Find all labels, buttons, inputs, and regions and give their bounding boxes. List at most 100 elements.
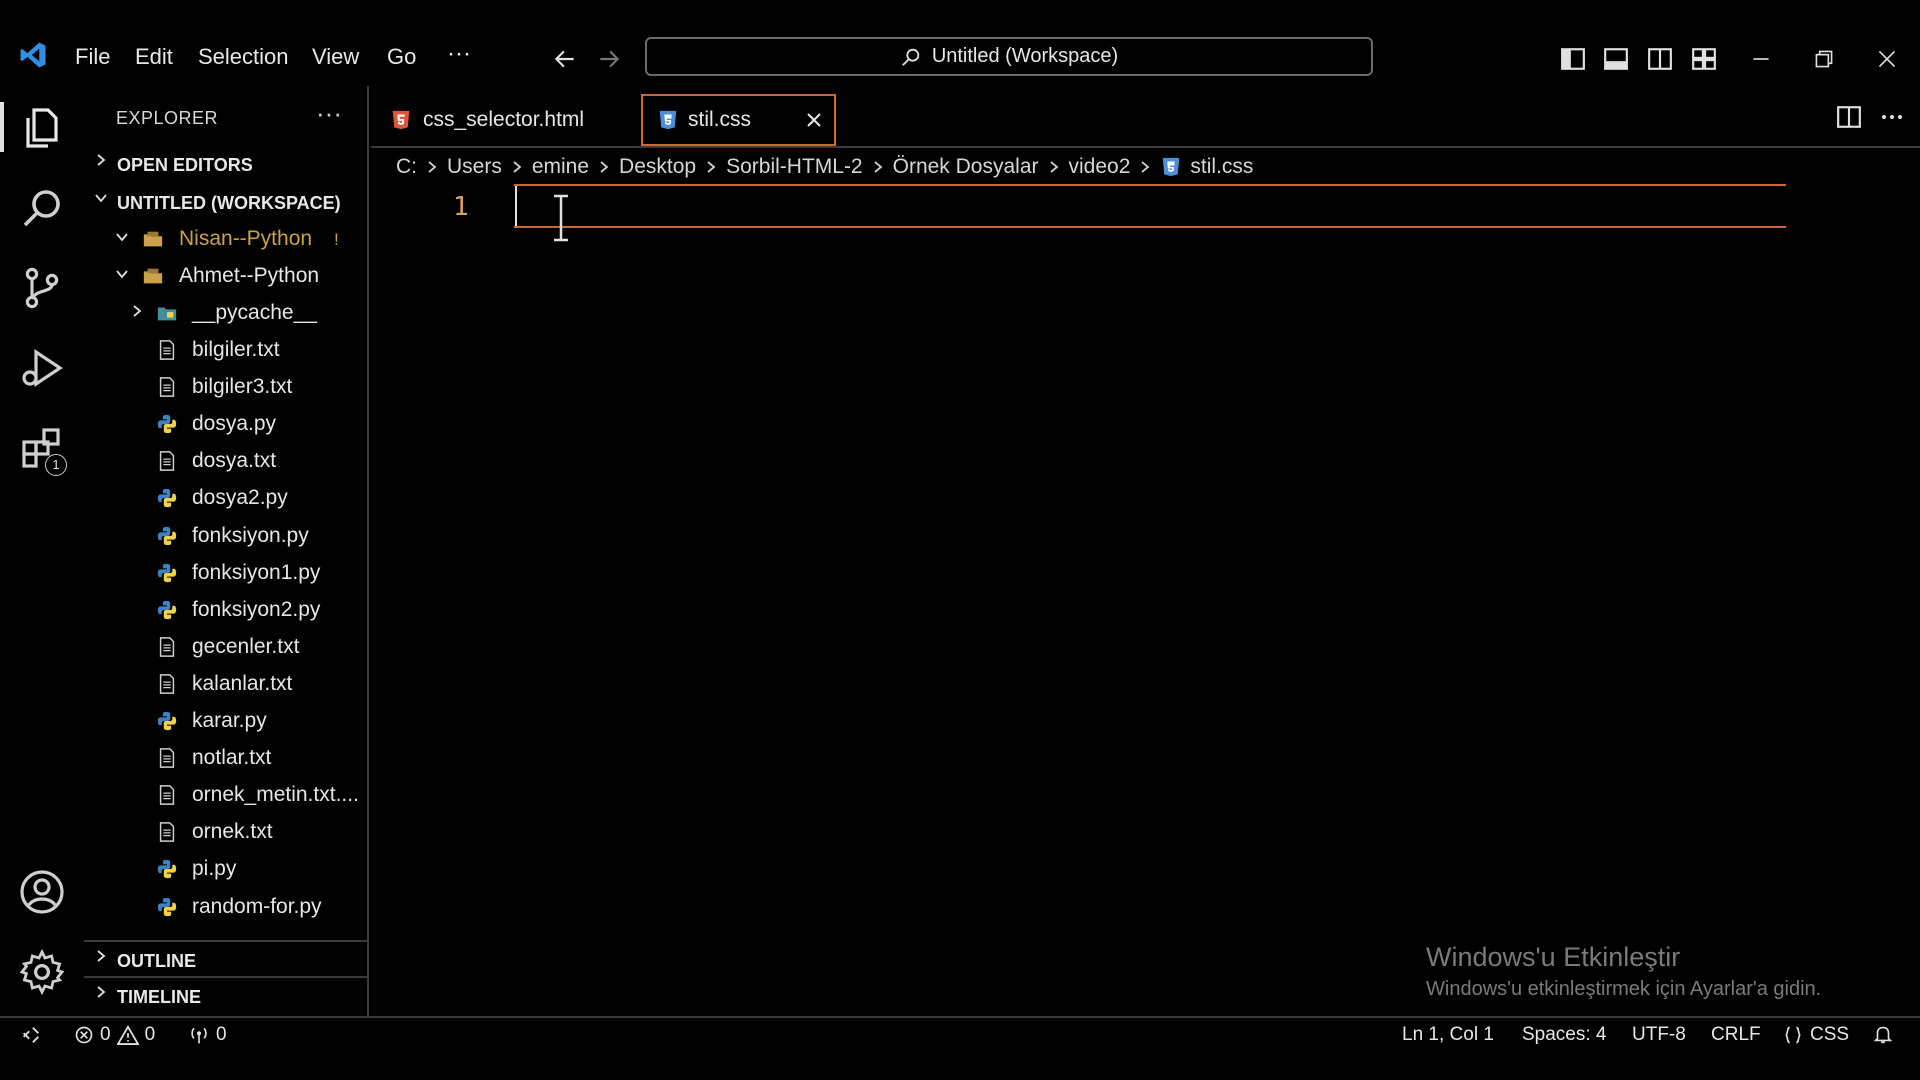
accounts-icon[interactable] xyxy=(18,868,66,916)
back-arrow-icon[interactable] xyxy=(552,46,578,72)
text-file-icon xyxy=(159,785,175,806)
cursor-position[interactable]: Ln 1, Col 1 xyxy=(1402,1024,1494,1046)
customize-layout-icon[interactable] xyxy=(1691,46,1717,72)
indentation[interactable]: Spaces: 4 xyxy=(1522,1024,1607,1046)
section-outline[interactable]: OUTLINE xyxy=(84,944,367,978)
root-folder-icon xyxy=(143,231,163,247)
menu-selection[interactable]: Selection xyxy=(198,44,289,70)
end-of-line[interactable]: CRLF xyxy=(1711,1024,1761,1046)
python-file-icon xyxy=(157,415,177,434)
html5-icon xyxy=(392,110,410,130)
menu-edit[interactable]: Edit xyxy=(135,44,173,70)
explorer-more-actions[interactable]: ··· xyxy=(316,98,342,129)
tab-css-selector-html[interactable]: css_selector.html xyxy=(371,94,633,146)
breadcrumb-item[interactable]: Sorbil-HTML-2 xyxy=(726,155,863,179)
python-file-icon xyxy=(157,600,177,619)
chevron-down-icon xyxy=(116,233,128,242)
screen-bottom-strip xyxy=(0,1050,1920,1080)
file-item[interactable]: karar.py xyxy=(84,702,367,738)
chevron-right-icon xyxy=(97,154,106,166)
broadcast-icon xyxy=(191,1027,207,1044)
file-item[interactable]: random-for.py xyxy=(84,888,367,924)
tab-stil-css[interactable]: stil.css xyxy=(641,94,836,146)
toggle-panel-icon[interactable] xyxy=(1603,46,1629,72)
file-item[interactable]: pi.py xyxy=(84,850,367,886)
file-item[interactable]: notlar.txt xyxy=(84,739,367,775)
file-item[interactable]: kalanlar.txt xyxy=(84,665,367,701)
toggle-secondary-sidebar-icon[interactable] xyxy=(1647,46,1673,72)
chevron-right-icon xyxy=(874,161,883,173)
bell-icon[interactable] xyxy=(1872,1023,1894,1045)
line-number: 1 xyxy=(453,192,469,222)
more-actions-icon[interactable] xyxy=(1880,110,1904,124)
section-label: OUTLINE xyxy=(117,951,196,971)
text-file-icon xyxy=(159,822,175,843)
search-icon[interactable] xyxy=(18,184,66,232)
tab-label: stil.css xyxy=(688,108,751,131)
extensions-badge: 1 xyxy=(45,454,67,476)
section-label: OPEN EDITORS xyxy=(117,155,253,175)
code-editor[interactable]: 1 xyxy=(371,184,1920,1014)
restore-icon[interactable] xyxy=(1811,46,1837,72)
run-and-debug-icon[interactable] xyxy=(18,344,66,392)
breadcrumb-item[interactable]: Desktop xyxy=(619,155,696,179)
modified-badge: ! xyxy=(334,230,339,249)
file-item[interactable]: dosya.py xyxy=(84,405,367,441)
menu-more[interactable]: ··· xyxy=(447,40,471,68)
file-item[interactable]: dosya2.py xyxy=(84,479,367,515)
python-file-icon xyxy=(157,711,177,731)
file-label: dosya.txt xyxy=(192,449,277,473)
file-label: dosya.py xyxy=(192,412,277,436)
menu-go[interactable]: Go xyxy=(387,44,416,70)
breadcrumb-item[interactable]: video2 xyxy=(1069,155,1131,179)
forward-arrow-icon[interactable] xyxy=(596,46,622,72)
file-item[interactable]: ornek.txt xyxy=(84,813,367,849)
section-timeline[interactable]: TIMELINE xyxy=(84,980,367,1014)
minimize-icon[interactable] xyxy=(1748,46,1774,72)
breadcrumb-item[interactable]: C: xyxy=(396,155,417,179)
settings-gear-icon[interactable] xyxy=(18,948,66,996)
activity-bar: 1 xyxy=(0,86,84,1016)
problems-indicator[interactable]: 0 0 xyxy=(74,1024,155,1046)
toggle-primary-sidebar-icon[interactable] xyxy=(1560,46,1586,72)
encoding[interactable]: UTF-8 xyxy=(1632,1024,1686,1046)
menu-file[interactable]: File xyxy=(75,44,110,70)
section-workspace[interactable]: UNTITLED (WORKSPACE) xyxy=(84,186,367,220)
breadcrumb-item[interactable]: Örnek Dosyalar xyxy=(893,155,1039,179)
folder-pycache[interactable]: __pycache__ xyxy=(84,294,367,330)
folder-nisan-python[interactable]: Nisan--Python ! xyxy=(84,220,367,256)
explorer-files-icon[interactable] xyxy=(18,104,66,152)
breadcrumb-item[interactable]: emine xyxy=(532,155,589,179)
file-item[interactable]: ornek_metin.txt.... xyxy=(84,776,367,812)
source-control-icon[interactable] xyxy=(18,264,66,312)
chevron-right-icon xyxy=(1141,161,1150,173)
file-item[interactable]: fonksiyon1.py xyxy=(84,554,367,590)
close-tab-icon[interactable] xyxy=(804,110,824,130)
close-window-icon[interactable] xyxy=(1874,46,1900,72)
chevron-right-icon xyxy=(428,161,437,173)
file-item[interactable]: fonksiyon2.py xyxy=(84,591,367,627)
language-mode[interactable]: CSS xyxy=(1782,1024,1849,1046)
remote-icon[interactable] xyxy=(20,1024,42,1046)
python-file-icon xyxy=(157,489,177,508)
menu-view[interactable]: View xyxy=(312,44,359,70)
folder-ahmet-python[interactable]: Ahmet--Python xyxy=(84,257,367,293)
editor-tabs-bar: css_selector.html stil.css xyxy=(371,86,1920,148)
file-item[interactable]: fonksiyon.py xyxy=(84,517,367,553)
section-open-editors[interactable]: OPEN EDITORS xyxy=(84,148,367,182)
ports-indicator[interactable]: 0 xyxy=(188,1024,227,1046)
split-editor-icon[interactable] xyxy=(1836,104,1862,130)
chevron-right-icon xyxy=(600,161,609,173)
file-item[interactable]: dosya.txt xyxy=(84,442,367,478)
chevron-down-icon xyxy=(95,194,107,203)
file-item[interactable]: gecenler.txt xyxy=(84,628,367,664)
file-item[interactable]: bilgiler.txt xyxy=(84,331,367,367)
text-cursor xyxy=(515,186,517,226)
file-item[interactable]: bilgiler3.txt xyxy=(84,368,367,404)
breadcrumb-item[interactable]: Users xyxy=(447,155,502,179)
ibeam-cursor-icon xyxy=(554,194,568,242)
command-center-search[interactable]: Untitled (Workspace) xyxy=(645,37,1373,76)
active-indicator xyxy=(0,102,4,152)
text-file-icon xyxy=(159,377,175,397)
breadcrumb-item[interactable]: stil.css xyxy=(1190,155,1253,179)
